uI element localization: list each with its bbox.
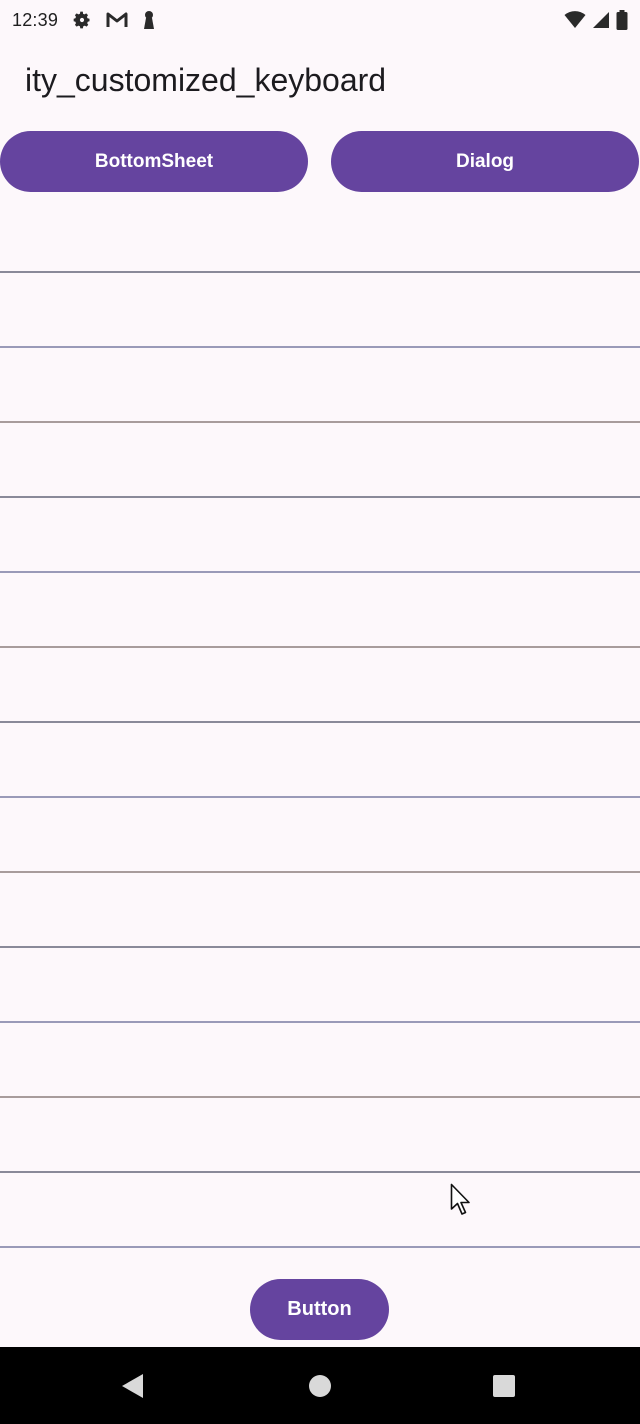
bottom-button[interactable]: Button (250, 1279, 389, 1340)
text-field[interactable] (0, 273, 640, 348)
signal-icon (592, 11, 610, 29)
text-field[interactable] (0, 648, 640, 723)
text-field[interactable] (0, 1023, 640, 1098)
status-time: 12:39 (12, 9, 59, 30)
gear-icon (72, 10, 92, 30)
text-field[interactable] (0, 573, 640, 648)
status-bar: 12:39 (0, 0, 640, 40)
recents-icon[interactable] (489, 1371, 519, 1401)
page-title: ity_customized_keyboard (25, 62, 387, 98)
status-left: 12:39 (12, 10, 156, 31)
keyhole-icon (142, 10, 156, 30)
bottom-sheet-button[interactable]: BottomSheet (0, 131, 308, 192)
text-field[interactable] (0, 873, 640, 948)
text-field-list (0, 198, 640, 1248)
home-icon[interactable] (305, 1371, 335, 1401)
text-field[interactable] (0, 948, 640, 1023)
navigation-bar (0, 1347, 640, 1424)
text-field[interactable] (0, 1098, 640, 1173)
text-field[interactable] (0, 198, 640, 273)
battery-icon (616, 10, 628, 30)
text-field[interactable] (0, 1173, 640, 1248)
text-field[interactable] (0, 498, 640, 573)
wifi-icon (564, 11, 586, 29)
dialog-button[interactable]: Dialog (331, 131, 639, 192)
text-field[interactable] (0, 723, 640, 798)
status-right (564, 10, 628, 30)
gmail-icon (106, 11, 128, 29)
back-icon[interactable] (117, 1371, 147, 1401)
text-field[interactable] (0, 798, 640, 873)
text-field[interactable] (0, 348, 640, 423)
mouse-cursor-icon (450, 1183, 472, 1217)
text-field[interactable] (0, 423, 640, 498)
